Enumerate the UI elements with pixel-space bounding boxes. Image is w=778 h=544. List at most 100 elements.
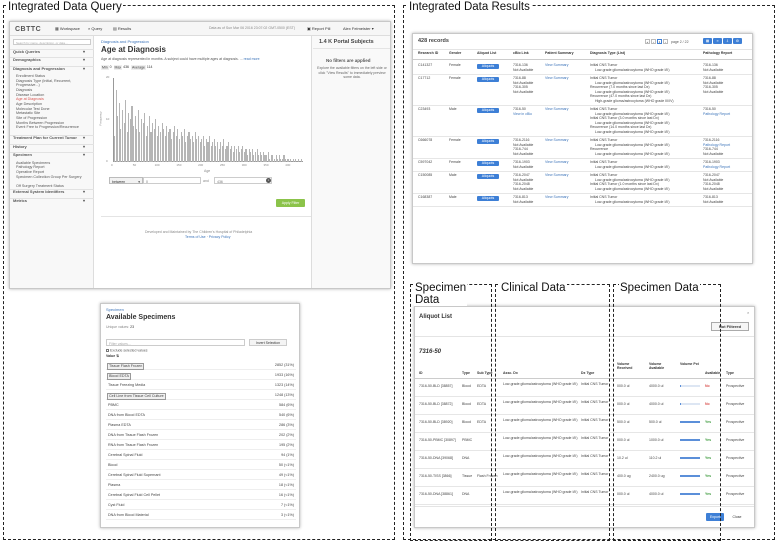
list-item[interactable]: Blood 50 (<1%) xyxy=(106,461,296,470)
list-item[interactable]: Tissue Flash Frozen 2852 (31%) xyxy=(106,361,296,370)
nav-query[interactable]: ⌕ Query xyxy=(88,27,102,31)
sidebar-item-8[interactable]: Age Description xyxy=(16,102,91,106)
aliquots-button[interactable]: Aliquots xyxy=(477,63,499,69)
nav-results[interactable]: ▤ Results xyxy=(113,27,131,31)
sidebar-item-9[interactable]: Molecular Test Done xyxy=(16,107,91,111)
specimen-breadcrumb[interactable]: Specimen xyxy=(106,308,124,312)
results-column-header[interactable]: cBio Link xyxy=(513,51,529,56)
view-summary-link[interactable]: View Summary xyxy=(545,63,568,68)
sidebar-item-4[interactable]: Diagnosis Type (Initial, Recurrent, Prog… xyxy=(16,79,91,88)
list-item[interactable]: DNA from Blood Material 3 (<1%) xyxy=(106,511,296,520)
sidebar-section-1[interactable]: Demographics ▾ xyxy=(13,58,85,62)
page-prev-button[interactable]: ‹ xyxy=(651,39,656,44)
aliquots-button[interactable]: Aliquots xyxy=(477,76,499,82)
cbio-link[interactable]: 7316-744 xyxy=(513,147,528,152)
list-item[interactable]: Cerebral Spinal Fluid Supernant 49 (<1%) xyxy=(106,471,296,480)
aliquots-button[interactable]: Aliquots xyxy=(477,195,499,201)
cbio-link[interactable]: View in cBio xyxy=(513,112,532,117)
sidebar-item-5[interactable]: Diagnosis xyxy=(16,88,91,92)
page-current-button[interactable]: 1 xyxy=(657,39,662,44)
sidebar-section-2[interactable]: Diagnosis and Progression ▾ xyxy=(13,67,85,71)
aliquots-button[interactable]: Aliquots xyxy=(477,138,499,144)
sidebar-item-11[interactable]: Site of Progression xyxy=(16,116,91,120)
sidebar-item-6[interactable]: Disease Location xyxy=(16,93,91,97)
sidebar-item-3[interactable]: Enrollment Status xyxy=(16,74,91,78)
breadcrumb[interactable]: Diagnosis and Progression xyxy=(101,40,149,44)
list-item[interactable]: Cell Line from Tissue Cell Culture 1248 (… xyxy=(106,391,296,400)
results-column-header[interactable]: Gender xyxy=(449,51,461,56)
sidebar-section-22[interactable]: External System Identifiers ▾ xyxy=(13,190,85,194)
operator-select[interactable]: between ▾ xyxy=(109,177,143,184)
list-item[interactable]: RNA from Tissue Flash Frozen 195 (2%) xyxy=(106,441,296,450)
invert-selection-button[interactable]: Invert Selection xyxy=(249,339,287,346)
user-menu[interactable]: Alex Felmeister ▾ xyxy=(343,27,374,31)
sidebar-item-19[interactable]: Operative Report xyxy=(16,170,91,174)
list-item[interactable]: DNA from Tissue Flash Frozen 202 (2%) xyxy=(106,431,296,440)
cbio-link[interactable]: 7316-136 xyxy=(513,63,528,68)
sidebar-item-12[interactable]: Months Between Progression xyxy=(16,121,91,125)
cbio-link[interactable]: 7316-1903 xyxy=(513,160,530,165)
sidebar-item-10[interactable]: Metastatic Site xyxy=(16,111,91,115)
aliquots-button[interactable]: Aliquots xyxy=(477,173,499,179)
results-column-header[interactable]: Patient Summary xyxy=(545,51,574,56)
list-item[interactable]: Plasma 18 (<1%) xyxy=(106,481,296,490)
view-summary-link[interactable]: View Summary xyxy=(545,173,568,178)
list-item[interactable]: Blood EDTA 1933 (16%) xyxy=(106,371,296,380)
sidebar-item-20[interactable]: Specimen Collection Group Per Surgery xyxy=(16,175,91,179)
list-view-button[interactable]: ≡ xyxy=(713,38,722,44)
nav-workspace[interactable]: ▦ Workspace xyxy=(55,27,80,31)
view-summary-link[interactable]: View Summary xyxy=(545,76,568,81)
terms-link[interactable]: Terms of Use xyxy=(185,235,206,239)
list-item[interactable]: DNA from Blood EDTA 540 (6%) xyxy=(106,411,296,420)
pathology-report-link[interactable]: Pathology Report xyxy=(703,165,730,170)
sidebar-item-21[interactable]: Off Surgery Treatment Status xyxy=(16,184,91,188)
apply-filter-button[interactable]: Apply Filter xyxy=(276,199,305,207)
view-summary-link[interactable]: View Summary xyxy=(545,138,568,143)
cbio-link[interactable]: 7316-2048 xyxy=(513,182,530,187)
sidebar-section-14[interactable]: Treatment Plan for Current Tumor ▾ xyxy=(13,136,85,140)
clear-range-icon[interactable]: × xyxy=(266,178,271,183)
list-item[interactable]: Tissue Freezing Media 1323 (14%) xyxy=(106,381,296,390)
sidebar-item-18[interactable]: Pathology Report xyxy=(16,165,91,169)
sidebar-section-23[interactable]: Metrics ▾ xyxy=(13,199,85,203)
page-first-button[interactable]: « xyxy=(645,39,650,44)
results-column-header[interactable]: Diagnosis Type (List) xyxy=(590,51,625,56)
results-column-header[interactable]: Research ID xyxy=(418,51,438,56)
sidebar-section-0[interactable]: Quick Queries ▾ xyxy=(13,50,85,54)
privacy-link[interactable]: Privacy Policy xyxy=(209,235,231,239)
sidebar-item-7[interactable]: Age at Diagnosis xyxy=(16,97,91,101)
list-item[interactable]: Cerebral Spinal Fluid Cell Pellet 16 (<1%… xyxy=(106,491,296,500)
cbio-link[interactable]: 7316-50 xyxy=(513,107,526,112)
results-column-header[interactable]: Pathology Report xyxy=(703,51,732,56)
view-summary-link[interactable]: View Summary xyxy=(545,195,568,200)
filter-values-input[interactable]: Filter values... xyxy=(106,339,245,346)
brand-logo[interactable]: CBTTC xyxy=(15,26,41,33)
cbio-link[interactable]: 7316-305 xyxy=(513,85,528,90)
sidebar-item-13[interactable]: Event Free to Progression/Recurrence xyxy=(16,125,91,129)
grid-view-button[interactable]: ▦ xyxy=(703,38,712,44)
exclude-checkbox[interactable]: Exclude selected values xyxy=(106,349,148,353)
view-summary-link[interactable]: View Summary xyxy=(545,107,568,112)
download-button[interactable]: ⇩ xyxy=(723,38,732,44)
sidebar-item-17[interactable]: Available Specimens xyxy=(16,161,91,165)
cbio-link[interactable]: 7316-2047 xyxy=(513,173,530,178)
list-item[interactable]: Plasma EDTA 286 (3%) xyxy=(106,421,296,430)
list-item[interactable]: Cyst Fluid 7 (<1%) xyxy=(106,501,296,510)
sort-icon[interactable]: ⇅ xyxy=(116,354,119,358)
list-item[interactable]: PBMC 584 (6%) xyxy=(106,401,296,410)
sidebar-search-input[interactable]: Search by name, description, or data... xyxy=(13,39,91,45)
report-link[interactable]: ▣ Report Pill xyxy=(307,27,330,31)
results-column-header[interactable]: Aliquot List xyxy=(477,51,496,56)
settings-button[interactable]: ⚙ xyxy=(733,38,742,44)
cbio-link[interactable]: 7316-2116 xyxy=(513,138,529,143)
aliquots-button[interactable]: Aliquots xyxy=(477,107,499,113)
view-summary-link[interactable]: View Summary xyxy=(545,160,568,165)
cbio-link[interactable]: 7316-88 xyxy=(513,76,526,81)
list-item[interactable]: Cerebral Spinal Fluid 94 (1%) xyxy=(106,451,296,460)
pathology-report-link[interactable]: Pathology Report xyxy=(703,112,730,117)
range-max-input[interactable]: 436 xyxy=(214,177,272,184)
page-next-button[interactable]: › xyxy=(663,39,668,44)
sidebar-section-16[interactable]: Specimen ▾ xyxy=(13,153,85,157)
cbio-link[interactable]: 7316-813 xyxy=(513,195,528,200)
sidebar-section-15[interactable]: History ▾ xyxy=(13,145,85,149)
